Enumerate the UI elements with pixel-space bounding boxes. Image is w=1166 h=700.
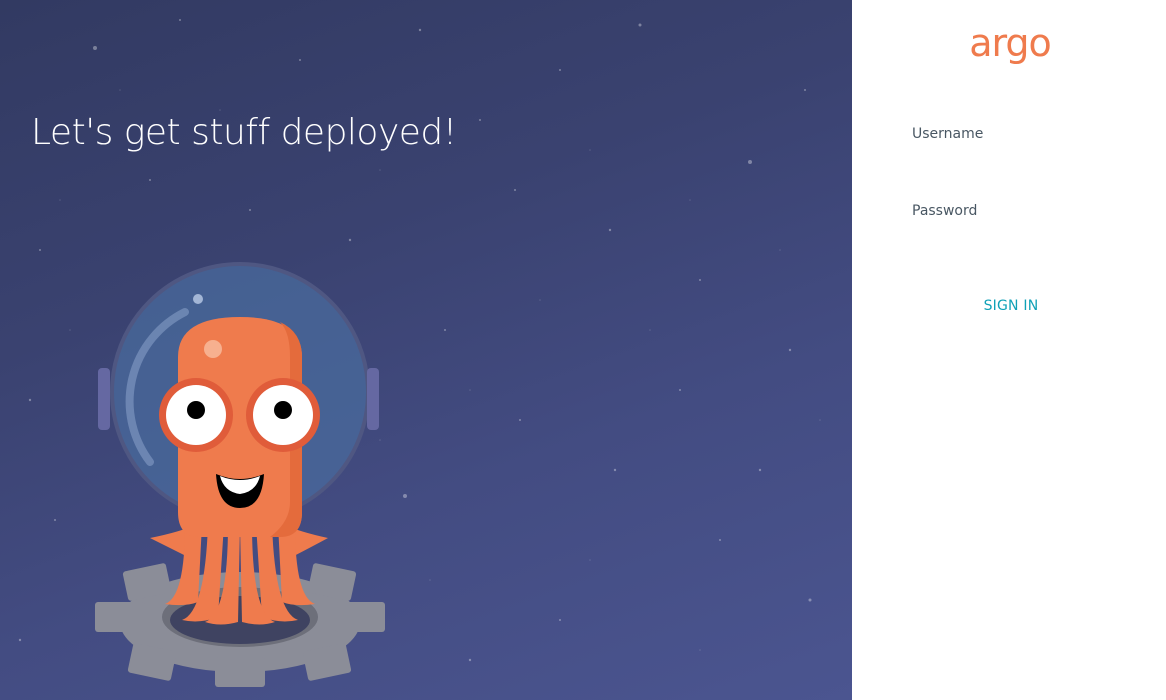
hero-tagline: Let's get stuff deployed! bbox=[31, 112, 457, 153]
username-input[interactable] bbox=[912, 149, 1112, 176]
svg-text:argo: argo bbox=[969, 21, 1051, 65]
username-field: Username bbox=[912, 125, 1132, 176]
octopus-astronaut-mascot-icon bbox=[95, 262, 385, 687]
password-input[interactable] bbox=[912, 226, 1112, 253]
password-field: Password bbox=[912, 202, 1132, 253]
argo-logo-icon: argo bbox=[969, 21, 1052, 65]
sign-in-button[interactable]: SIGN IN bbox=[966, 292, 1056, 320]
hero-panel: Let's get stuff deployed! bbox=[0, 0, 852, 700]
login-page: Let's get stuff deployed! argo Username … bbox=[0, 0, 1166, 700]
username-label: Username bbox=[912, 126, 984, 142]
argo-logo: argo bbox=[960, 20, 1060, 70]
password-label: Password bbox=[912, 203, 978, 219]
login-panel: argo Username Password SIGN IN bbox=[852, 0, 1166, 700]
